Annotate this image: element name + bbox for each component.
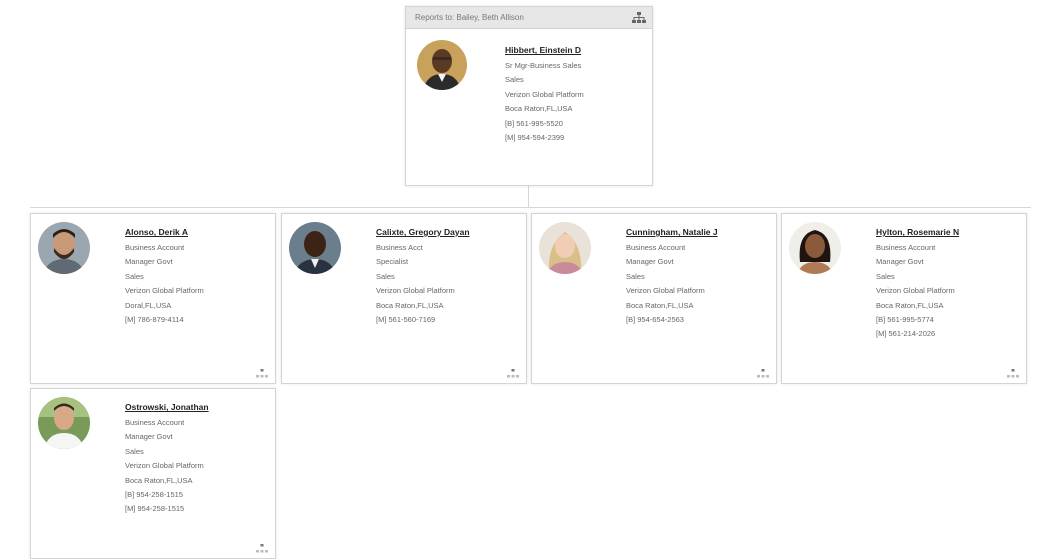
manager-card[interactable]: Reports to: Bailey, Beth Allison Hibbert… [405,6,653,186]
report-detail-line: Manager Govt [125,432,173,442]
report-detail-line: Boca Raton,FL,USA [876,300,944,310]
report-card[interactable]: Cunningham, Natalie J Business Account M… [531,213,777,384]
report-detail-line: Business Acct [376,243,423,252]
org-hierarchy-icon[interactable] [632,11,646,24]
reports-to-header: Reports to: Bailey, Beth Allison [406,7,652,29]
connector-line [30,207,1031,208]
expand-reports-icon[interactable] [1007,369,1019,379]
report-name-link[interactable]: Hylton, Rosemarie N [876,225,1021,239]
report-detail-line: Sales [376,271,395,281]
report-detail-line: Verizon Global Platform [376,286,455,296]
manager-name-link[interactable]: Hibbert, Einstein D [505,43,645,57]
report-detail-line: [M] 561-560-7169 [376,315,436,325]
report-detail-line: Doral,FL,USA [125,300,172,310]
expand-reports-icon[interactable] [757,369,769,379]
report-detail-line: Sales [876,271,895,281]
manager-location: Boca Raton,FL,USA [505,104,573,114]
reports-to-label: Reports to: Bailey, Beth Allison [415,13,524,22]
avatar [38,222,90,274]
report-detail-line: Verizon Global Platform [125,461,204,471]
report-detail-line: Boca Raton,FL,USA [376,300,444,310]
report-name-link[interactable]: Cunningham, Natalie J [626,225,771,239]
report-detail-line: Business Account [125,243,185,252]
report-detail-line: [B] 561-995-5774 [876,315,934,325]
report-name-link[interactable]: Ostrowski, Jonathan [125,400,270,414]
report-card[interactable]: Ostrowski, Jonathan Business Account Man… [30,388,276,559]
org-chart: Reports to: Bailey, Beth Allison Hibbert… [0,0,1055,559]
manager-phone-mobile: [M] 954-594-2399 [505,133,565,143]
manager-details: Hibbert, Einstein D Sr Mgr-Business Sale… [505,43,645,145]
report-detail-line: Sales [626,271,645,281]
report-detail-line: Boca Raton,FL,USA [125,475,193,485]
report-detail-line: Sales [125,271,144,281]
manager-department: Sales [505,75,524,85]
report-card[interactable]: Hylton, Rosemarie N Business Account Man… [781,213,1027,384]
report-name-link[interactable]: Alonso, Derik A [125,225,270,239]
report-details: Ostrowski, Jonathan Business Account Man… [125,400,270,517]
report-detail-line: [B] 954-654-2563 [626,315,684,325]
report-detail-line: [M] 786-879-4114 [125,315,184,325]
report-detail-line: Specialist [376,257,409,267]
report-detail-line: Verizon Global Platform [626,286,705,296]
report-details: Hylton, Rosemarie N Business Account Man… [876,225,1021,342]
report-detail-line: Manager Govt [876,257,924,267]
avatar [38,397,90,449]
manager-phone-business: [B] 561-995-5520 [505,118,563,128]
avatar [539,222,591,274]
expand-reports-icon[interactable] [507,369,519,379]
report-details: Calixte, Gregory Dayan Business Acct Spe… [376,225,521,327]
report-detail-line: Business Account [876,243,936,252]
avatar [789,222,841,274]
report-detail-line: [M] 561-214-2026 [876,329,936,339]
report-detail-line: Verizon Global Platform [876,286,955,296]
report-detail-line: Manager Govt [125,257,173,267]
report-detail-line: Business Account [626,243,686,252]
manager-title: Sr Mgr-Business Sales [505,61,582,70]
report-detail-line: [M] 954-258-1515 [125,504,185,514]
report-details: Cunningham, Natalie J Business Account M… [626,225,771,327]
avatar [417,40,467,90]
report-card[interactable]: Calixte, Gregory Dayan Business Acct Spe… [281,213,527,384]
expand-reports-icon[interactable] [256,544,268,554]
report-detail-line: [B] 954-258-1515 [125,490,183,500]
report-details: Alonso, Derik A Business Account Manager… [125,225,270,327]
report-detail-line: Manager Govt [626,257,674,267]
report-detail-line: Business Account [125,418,185,427]
report-name-link[interactable]: Calixte, Gregory Dayan [376,225,521,239]
expand-reports-icon[interactable] [256,369,268,379]
report-detail-line: Sales [125,446,144,456]
connector-line [528,186,529,207]
report-detail-line: Verizon Global Platform [125,286,204,296]
report-card[interactable]: Alonso, Derik A Business Account Manager… [30,213,276,384]
manager-org: Verizon Global Platform [505,89,584,99]
report-detail-line: Boca Raton,FL,USA [626,300,694,310]
avatar [289,222,341,274]
